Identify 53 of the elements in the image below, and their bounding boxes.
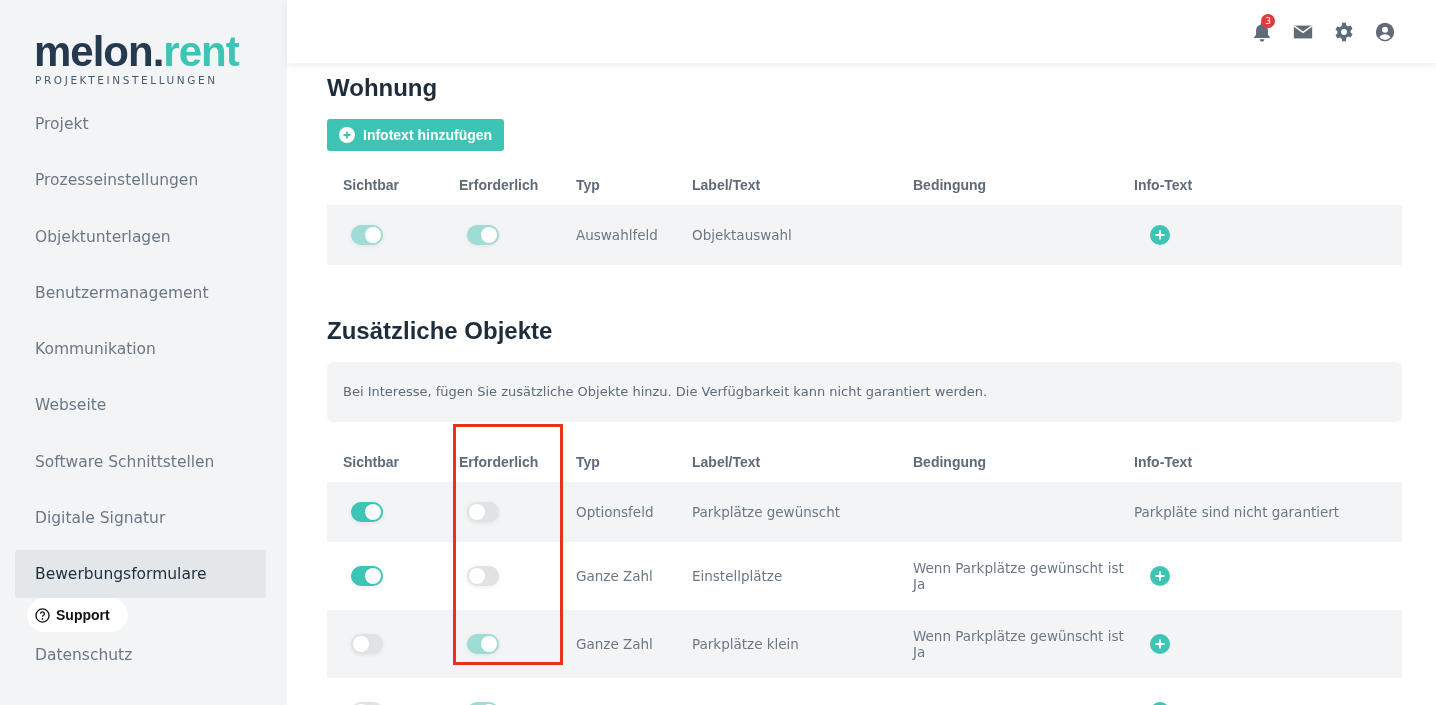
table-cell: Einstellplätze [692, 568, 783, 584]
table-cell: Ganze Zahl [576, 568, 653, 584]
section-title: Wohnung [327, 73, 439, 103]
column-header: Sichtbar [343, 177, 400, 193]
nav-item[interactable]: Projekt [15, 100, 266, 148]
table-cell: Auswahlfeld [576, 227, 658, 243]
column-header: Sichtbar [343, 454, 400, 470]
table-cell: Parkplätze gewünscht [692, 504, 841, 520]
nav-item[interactable]: Kommunikation [15, 325, 266, 374]
add-icon[interactable] [1150, 225, 1170, 245]
info-note: Bei Interesse, fügen Sie zusätzliche Objekte hinzu. Die Verfügbarkeit kann nicht garantiert werden. [327, 362, 1402, 422]
visible-toggle[interactable] [351, 634, 383, 654]
settings-icon[interactable] [1333, 20, 1355, 43]
column-header: Typ [576, 177, 601, 193]
table-cell: Parkpläte sind nicht garantiert [1134, 504, 1340, 520]
required-toggle[interactable] [467, 566, 499, 586]
column-header: Bedingung [913, 454, 988, 470]
help-icon [35, 607, 50, 623]
nav-item[interactable]: Software Schnittstellen [15, 437, 266, 486]
table-cell: Optionsfeld [576, 504, 654, 520]
required-toggle[interactable] [467, 502, 499, 522]
column-header: Label/Text [692, 454, 762, 470]
support-button[interactable]: Support [27, 598, 128, 632]
nav-item[interactable]: Bewerbungsformulare [15, 550, 266, 599]
add-icon[interactable] [1150, 634, 1170, 654]
user-avatar-icon[interactable] [1374, 20, 1396, 43]
table-cell-text: Wenn Parkplätze gewünscht ist Ja [913, 628, 1125, 660]
nav-item[interactable]: Benutzermanagement [15, 268, 266, 317]
table-cell: Parkplätze klein [692, 636, 799, 652]
plus-circle-icon [339, 127, 355, 143]
add-icon[interactable] [1150, 566, 1170, 586]
column-header: Info-Text [1134, 177, 1194, 193]
nav-item[interactable]: Objektunterlagen [15, 212, 266, 261]
visible-toggle[interactable] [351, 502, 383, 522]
column-header: Erforderlich [459, 454, 540, 470]
column-header: Label/Text [692, 177, 762, 193]
table-cell: Ganze Zahl [576, 636, 653, 652]
notification-badge: 3 [1261, 13, 1275, 28]
column-header: Typ [576, 454, 601, 470]
nav-item[interactable]: Digitale Signatur [15, 494, 266, 543]
logo-subtitle: PROJEKTEINSTELLUNGEN [35, 74, 218, 86]
section-title: Zusätzliche Objekte [327, 316, 554, 346]
table-cell: Objektauswahl [692, 227, 792, 243]
column-header: Erforderlich [459, 177, 540, 193]
column-header: Bedingung [913, 177, 988, 193]
nav-item[interactable]: Webseite [15, 381, 266, 430]
table-cell-text: Wenn Parkplätze gewünscht ist Ja [913, 560, 1125, 592]
add-infotext-button[interactable]: Infotext hinzufügen [327, 119, 505, 151]
logo: melon.rent [34, 30, 239, 74]
visible-toggle[interactable] [351, 566, 383, 586]
nav-item[interactable]: Datenschutz [15, 630, 266, 679]
column-header: Info-Text [1134, 454, 1194, 470]
nav-item[interactable]: Prozesseinstellungen [15, 156, 266, 205]
